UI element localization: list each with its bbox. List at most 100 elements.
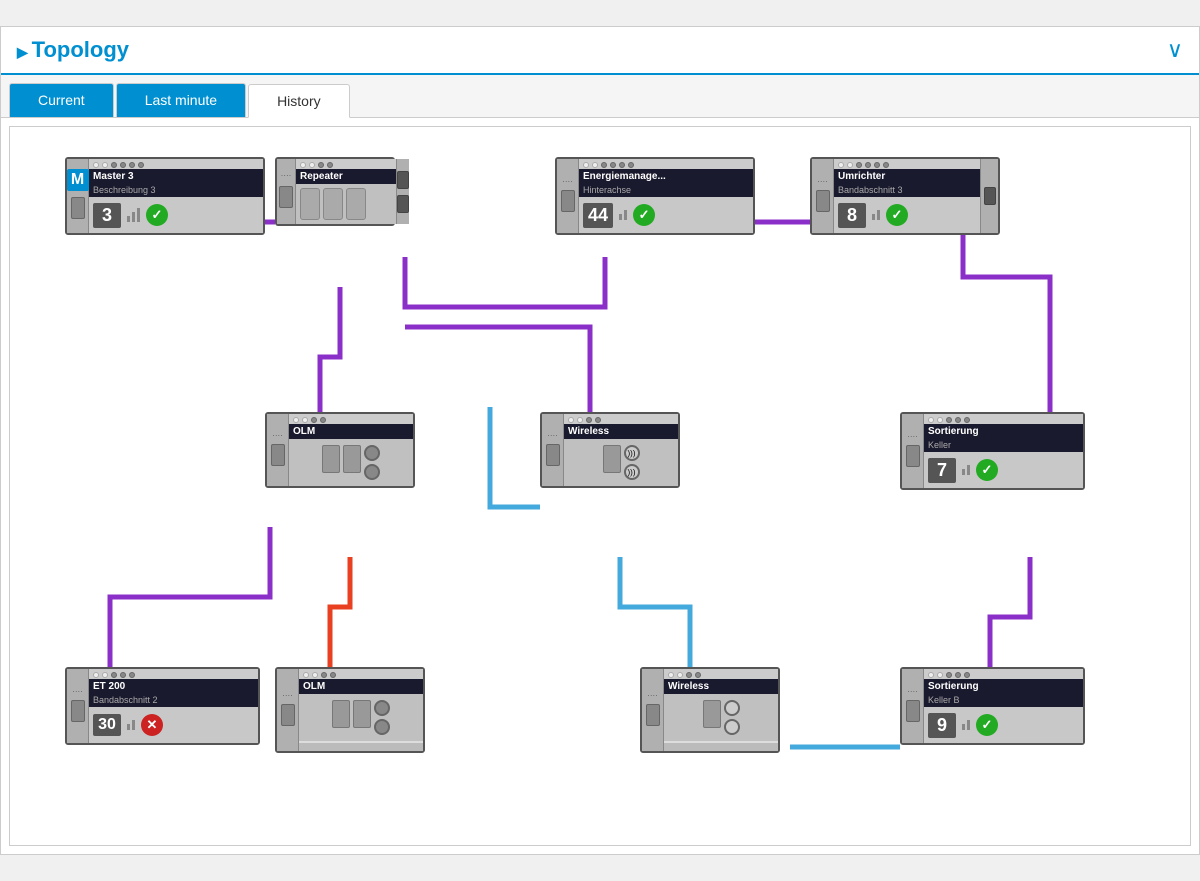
connector-left bbox=[906, 445, 920, 467]
dot bbox=[330, 672, 336, 678]
device-label: Umrichter bbox=[834, 169, 980, 184]
device-label: Wireless bbox=[664, 679, 778, 694]
bar1 bbox=[872, 214, 875, 220]
device-number: 9 bbox=[928, 713, 956, 738]
device-body-repeater: Repeater bbox=[296, 159, 396, 224]
dot bbox=[120, 672, 126, 678]
dot bbox=[847, 162, 853, 168]
device-slots bbox=[664, 694, 778, 741]
device-sublabel: Bandabschnitt 2 bbox=[89, 694, 258, 707]
dot bbox=[937, 417, 943, 423]
device-lower: 3 ✓ bbox=[89, 197, 263, 233]
dot bbox=[309, 162, 315, 168]
topology-title: Topology bbox=[17, 37, 129, 63]
dot bbox=[102, 162, 108, 168]
top-dots bbox=[579, 159, 753, 169]
dot bbox=[601, 162, 607, 168]
repeater-slots bbox=[296, 184, 396, 224]
slot bbox=[703, 700, 721, 728]
dot bbox=[93, 162, 99, 168]
device-left: ···· bbox=[67, 669, 89, 743]
slot-round bbox=[374, 719, 390, 735]
device-slots: ))) ))) bbox=[564, 439, 678, 486]
top-dots bbox=[924, 669, 1083, 679]
bar2 bbox=[132, 720, 135, 730]
dots-indicator: ···· bbox=[647, 691, 658, 700]
device-body: Wireless bbox=[664, 669, 778, 751]
device-label: Energiemanage... bbox=[579, 169, 753, 184]
bar2 bbox=[967, 720, 970, 730]
dot bbox=[129, 162, 135, 168]
device-left-repeater: ···· bbox=[277, 159, 296, 224]
status-ok-icon: ✓ bbox=[886, 204, 908, 226]
dot bbox=[586, 417, 592, 423]
dot bbox=[628, 162, 634, 168]
slot bbox=[332, 700, 350, 728]
device-et200[interactable]: ···· ET 200 Bandabschnitt 2 30 bbox=[65, 667, 260, 745]
device-wireless1[interactable]: ···· Wireless ))) ))) bbox=[540, 412, 680, 488]
device-label: Wireless bbox=[564, 424, 678, 439]
signal-bars bbox=[962, 465, 970, 475]
device-olm2[interactable]: ···· OLM bbox=[275, 667, 425, 753]
dot bbox=[111, 162, 117, 168]
dot bbox=[874, 162, 880, 168]
device-left: ···· bbox=[542, 414, 564, 486]
dot bbox=[838, 162, 844, 168]
top-dots bbox=[89, 669, 258, 679]
device-olm1[interactable]: ···· OLM bbox=[265, 412, 415, 488]
dot bbox=[946, 672, 952, 678]
device-lower: 44 ✓ bbox=[579, 197, 753, 233]
device-umrichter[interactable]: ···· Umrichter Bandabschnitt 3 8 bbox=[810, 157, 1000, 235]
device-lower: 30 ✕ bbox=[89, 707, 258, 743]
device-sortierung1[interactable]: ···· Sortierung Keller 7 bbox=[900, 412, 1085, 490]
tab-last-minute[interactable]: Last minute bbox=[116, 83, 246, 117]
main-container: Topology ∨ Current Last minute History bbox=[0, 26, 1200, 855]
connector-right bbox=[397, 171, 409, 189]
device-slots bbox=[299, 694, 423, 741]
status-ok-icon: ✓ bbox=[633, 204, 655, 226]
slot bbox=[322, 445, 340, 473]
device-wireless2[interactable]: ···· Wireless bbox=[640, 667, 780, 753]
device-number: 3 bbox=[93, 203, 121, 228]
connector-left bbox=[906, 700, 920, 722]
device-label: Repeater bbox=[296, 169, 396, 184]
device-sortierung2[interactable]: ···· Sortierung Keller B 9 bbox=[900, 667, 1085, 745]
dot bbox=[695, 672, 701, 678]
device-master3[interactable]: M Master 3 Beschreibung 3 3 bbox=[65, 157, 265, 235]
dot bbox=[318, 162, 324, 168]
bottom-bar bbox=[664, 743, 778, 751]
device-repeater[interactable]: ···· Repeater bbox=[275, 157, 395, 226]
dot bbox=[592, 162, 598, 168]
master-badge: M bbox=[67, 169, 89, 191]
device-left-master3: M bbox=[67, 159, 89, 233]
device-sublabel: Beschreibung 3 bbox=[89, 184, 263, 197]
device-body: Sortierung Keller 7 ✓ bbox=[924, 414, 1083, 488]
device-body: OLM bbox=[299, 669, 423, 751]
round-slots bbox=[374, 700, 390, 735]
status-err-icon: ✕ bbox=[141, 714, 163, 736]
device-body: Umrichter Bandabschnitt 3 8 ✓ bbox=[834, 159, 980, 233]
bar2 bbox=[624, 210, 627, 220]
slot-round bbox=[374, 700, 390, 716]
dot bbox=[120, 162, 126, 168]
dot bbox=[865, 162, 871, 168]
device-energiemanage[interactable]: ···· Energiemanage... Hinterachse 44 bbox=[555, 157, 755, 235]
slot bbox=[323, 188, 343, 220]
chevron-down-icon[interactable]: ∨ bbox=[1167, 37, 1183, 63]
device-body: ET 200 Bandabschnitt 2 30 ✕ bbox=[89, 669, 258, 743]
dot bbox=[303, 672, 309, 678]
connector-right bbox=[397, 195, 409, 213]
dot bbox=[856, 162, 862, 168]
dot bbox=[883, 162, 889, 168]
tab-current[interactable]: Current bbox=[9, 83, 114, 117]
device-body: Wireless ))) ))) bbox=[564, 414, 678, 486]
device-lower: 9 ✓ bbox=[924, 707, 1083, 743]
tab-history[interactable]: History bbox=[248, 84, 350, 118]
connector-left bbox=[279, 186, 293, 208]
round-slots: ))) ))) bbox=[624, 445, 640, 480]
dots-indicator: ···· bbox=[817, 177, 828, 186]
device-lower: 7 ✓ bbox=[924, 452, 1083, 488]
dots-indicator: ···· bbox=[907, 432, 918, 441]
dot bbox=[610, 162, 616, 168]
slot-round: ))) bbox=[624, 464, 640, 480]
